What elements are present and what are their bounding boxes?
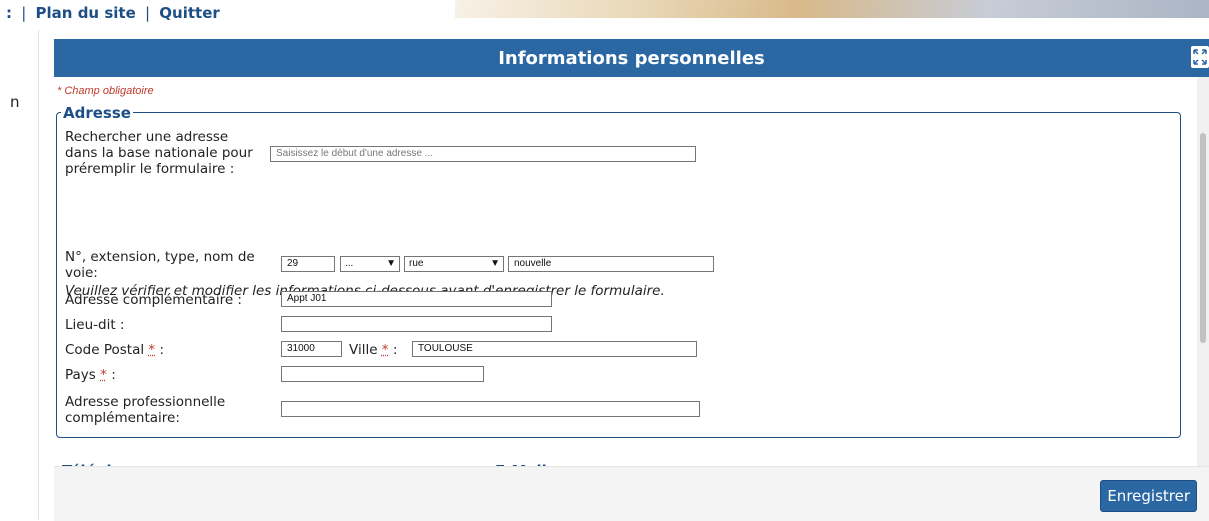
quit-link[interactable]: Quitter — [159, 4, 219, 22]
address-search-label-line: Rechercher une adresse — [65, 129, 229, 145]
label-colon: : — [159, 342, 165, 358]
street-extension-select[interactable]: ... ▼ — [340, 256, 400, 272]
top-links-prefix: : — [6, 4, 12, 22]
address-search-label-line: dans la base nationale pour — [65, 145, 253, 161]
street-type-select[interactable]: rue ▼ — [404, 256, 504, 272]
rail-text: n — [10, 93, 20, 111]
complement-label: Adresse complémentaire : — [65, 292, 242, 308]
top-bar: : | Plan du site | Quitter — [0, 0, 1209, 30]
city-label-text: Ville — [349, 342, 378, 358]
street-number-input[interactable]: 29 — [281, 256, 335, 272]
modal-body[interactable]: * Champ obligatoire Adresse Rechercher u… — [54, 77, 1209, 466]
lieu-dit-label: Lieu-dit : — [65, 317, 125, 333]
top-links-separator: | — [21, 4, 27, 22]
country-label-text: Pays — [65, 367, 96, 383]
address-legend: Adresse — [61, 104, 133, 122]
country-input[interactable] — [281, 366, 484, 382]
complement-input[interactable]: Appt J01 — [281, 291, 552, 307]
required-note: * Champ obligatoire — [57, 85, 154, 97]
postal-code-label-text: Code Postal — [65, 342, 145, 358]
expand-icon[interactable] — [1191, 46, 1209, 68]
pro-address-label: Adresse professionnelle complémentaire: — [65, 394, 225, 426]
pro-address-input[interactable] — [281, 401, 700, 417]
required-marker: * — [381, 342, 389, 358]
street-label-line: voie: — [65, 265, 98, 281]
city-label: Ville * : — [349, 342, 397, 358]
chevron-down-icon: ▼ — [386, 258, 396, 269]
city-input[interactable]: TOULOUSE — [412, 341, 697, 357]
lieu-dit-input[interactable] — [281, 316, 552, 332]
personal-info-modal: Informations personnelles * Champ obliga… — [54, 39, 1209, 521]
address-search-label-line: préremplir le formulaire : — [65, 161, 235, 177]
pro-address-label-line: complémentaire: — [65, 410, 180, 426]
required-marker: * — [148, 342, 156, 358]
label-colon: : — [111, 367, 116, 383]
chevron-down-icon: ▼ — [490, 258, 500, 269]
street-label: N°, extension, type, nom de voie: — [65, 249, 255, 281]
pro-address-label-line: Adresse professionnelle — [65, 394, 226, 410]
postal-code-input[interactable]: 31000 — [281, 341, 342, 357]
modal-footer: Enregistrer — [54, 466, 1209, 521]
address-fieldset: Adresse Rechercher une adresse dans la b… — [56, 104, 1181, 438]
country-label: Pays * : — [65, 367, 116, 383]
postal-code-label: Code Postal * : — [65, 342, 164, 358]
header-banner-image — [455, 0, 1209, 18]
left-rail: n — [0, 30, 39, 520]
modal-scrollbar[interactable] — [1197, 77, 1209, 466]
street-label-line: N°, extension, type, nom de — [65, 249, 255, 265]
street-name-input[interactable]: nouvelle — [508, 256, 714, 272]
address-search-input[interactable]: Saisissez le début d'une adresse ... — [270, 146, 696, 162]
street-extension-value: ... — [345, 258, 354, 269]
required-marker: * — [100, 367, 107, 383]
modal-title: Informations personnelles — [498, 47, 765, 69]
label-colon: : — [392, 342, 398, 358]
scrollbar-thumb[interactable] — [1200, 133, 1206, 343]
street-type-value: rue — [409, 258, 424, 269]
top-links-separator: | — [144, 4, 151, 22]
site-map-link[interactable]: Plan du site — [36, 4, 136, 22]
top-links: : | Plan du site | Quitter — [6, 4, 220, 22]
modal-header: Informations personnelles — [54, 39, 1209, 77]
address-search-label: Rechercher une adresse dans la base nati… — [65, 129, 253, 177]
save-button[interactable]: Enregistrer — [1100, 480, 1197, 512]
